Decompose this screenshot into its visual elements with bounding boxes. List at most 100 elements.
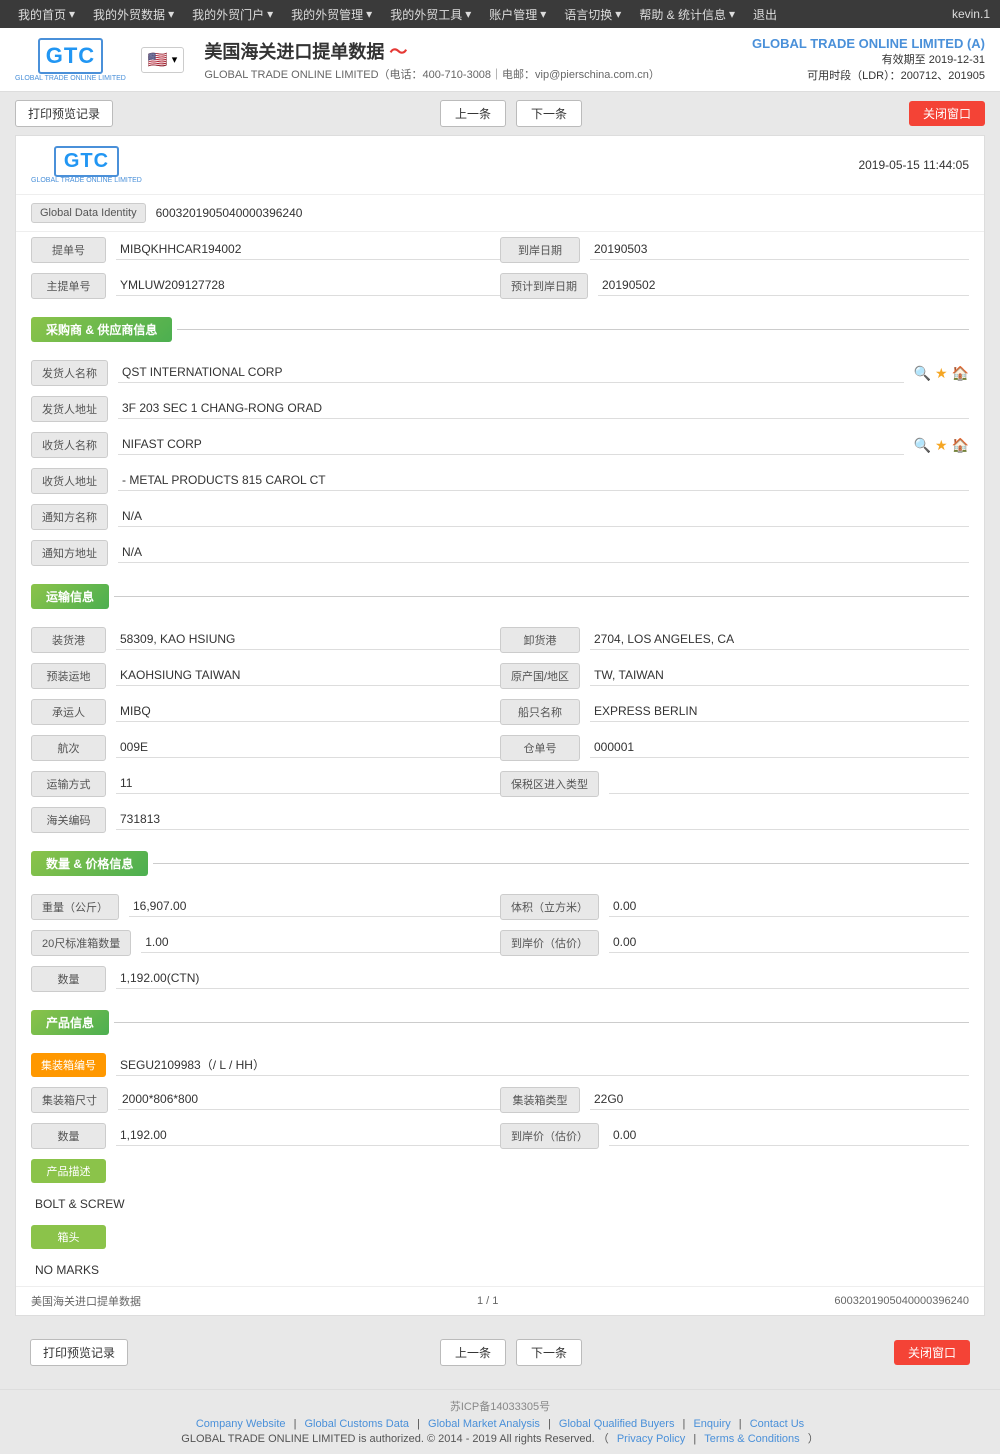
supplier-section-title: 采购商 & 供应商信息	[31, 317, 172, 342]
bottom-toolbar: 打印预览记录 上一条 下一条 关闭窗口	[15, 1331, 985, 1374]
record-card: GTC GLOBAL TRADE ONLINE LIMITED 2019-05-…	[15, 135, 985, 1316]
card-footer-right: 6003201905040000396240	[834, 1295, 969, 1307]
container20-value: 1.00	[141, 933, 500, 953]
search-icon[interactable]: 🔍	[914, 365, 931, 382]
quantity-row: 数量 1,192.00(CTN)	[16, 961, 984, 997]
product-desc-value-row: BOLT & SCREW	[16, 1188, 984, 1220]
supplier-section-header: 采购商 & 供应商信息	[16, 309, 984, 350]
prev-button[interactable]: 上一条	[440, 100, 506, 127]
bottom-print-button[interactable]: 打印预览记录	[30, 1339, 128, 1366]
carrier-value: MIBQ	[116, 702, 500, 722]
next-button[interactable]: 下一条	[516, 100, 582, 127]
quantity-section-header: 数量 & 价格信息	[16, 843, 984, 884]
home-icon-2[interactable]: 🏠	[952, 437, 969, 454]
master-bill-label: 主提单号	[31, 273, 106, 299]
bill-no-label: 提单号	[31, 237, 106, 263]
container-size-value: 2000*806*800	[118, 1090, 500, 1110]
card-logo-text: GTC	[64, 150, 109, 172]
marks-label-row: 箱头	[16, 1220, 984, 1254]
main-content: GTC GLOBAL TRADE ONLINE LIMITED 2019-05-…	[0, 135, 1000, 1389]
top-navigation: 我的首页 ▾ 我的外贸数据 ▾ 我的外贸门户 ▾ 我的外贸管理 ▾ 我的外贸工具…	[0, 0, 1000, 28]
card-logo-sub: GLOBAL TRADE ONLINE LIMITED	[31, 177, 142, 184]
language-flag-button[interactable]: 🇺🇸 ▾	[141, 47, 184, 73]
nav-tools[interactable]: 我的外贸工具 ▾	[382, 0, 479, 28]
bottom-next-button[interactable]: 下一条	[516, 1339, 582, 1366]
product-section-title: 产品信息	[31, 1010, 109, 1035]
master-bill-row: 主提单号 YMLUW209127728 预计到岸日期 20190502	[16, 268, 984, 304]
star-icon[interactable]: ★	[935, 365, 948, 382]
ldr-info: 可用时段（LDR）：200712、201905	[752, 67, 985, 83]
close-button[interactable]: 关闭窗口	[909, 101, 985, 126]
transport-mode-value: 11	[116, 774, 500, 794]
search-icon-2[interactable]: 🔍	[914, 437, 931, 454]
footer-link-buyers[interactable]: Global Qualified Buyers	[559, 1418, 675, 1430]
origin-value: TW, TAIWAN	[590, 666, 969, 686]
transport-section-title: 运输信息	[31, 584, 109, 609]
company-name: GLOBAL TRADE ONLINE LIMITED (A)	[752, 36, 985, 51]
page-title-area: 美国海关进口提单数据 ～ GLOBAL TRADE ONLINE LIMITED…	[204, 38, 752, 82]
container-type-value: 22G0	[590, 1090, 969, 1110]
logo-area: GTC GLOBAL TRADE ONLINE LIMITED	[15, 38, 126, 82]
consignee-addr-label: 收货人地址	[31, 468, 108, 494]
quantity-value: 1,192.00(CTN)	[116, 969, 969, 989]
product-quantity-label: 数量	[31, 1123, 106, 1149]
privacy-policy-link[interactable]: Privacy Policy	[617, 1433, 685, 1445]
notify-addr-value: N/A	[118, 543, 969, 563]
nav-account[interactable]: 账户管理 ▾	[481, 0, 554, 28]
container-size-type-row: 集装箱尺寸 2000*806*800 集装箱类型 22G0	[16, 1082, 984, 1118]
product-desc-value: BOLT & SCREW	[31, 1193, 129, 1215]
print-button[interactable]: 打印预览记录	[15, 100, 113, 127]
nav-logout[interactable]: 退出	[745, 0, 785, 28]
port-row: 装货港 58309, KAO HSIUNG 卸货港 2704, LOS ANGE…	[16, 622, 984, 658]
origin-label: 原产国/地区	[500, 663, 580, 689]
arrival-date-label: 到岸日期	[500, 237, 580, 263]
carrier-vessel-row: 承运人 MIBQ 船只名称 EXPRESS BERLIN	[16, 694, 984, 730]
shipper-name-row: 发货人名称 QST INTERNATIONAL CORP 🔍 ★ 🏠	[16, 355, 984, 391]
bottom-prev-button[interactable]: 上一条	[440, 1339, 506, 1366]
nav-portal[interactable]: 我的外贸门户 ▾	[184, 0, 281, 28]
gdi-row: Global Data Identity 6003201905040000396…	[16, 195, 984, 232]
nav-trade-data[interactable]: 我的外贸数据 ▾	[85, 0, 182, 28]
container-type-label: 集装箱类型	[500, 1087, 580, 1113]
estimated-date-value: 20190502	[598, 276, 969, 296]
voyage-label: 航次	[31, 735, 106, 761]
nav-language[interactable]: 语言切换 ▾	[556, 0, 629, 28]
master-bill-value: YMLUW209127728	[116, 276, 500, 296]
nav-management[interactable]: 我的外贸管理 ▾	[283, 0, 380, 28]
footer-copyright: GLOBAL TRADE ONLINE LIMITED is authorize…	[8, 1430, 992, 1446]
star-icon-2[interactable]: ★	[935, 437, 948, 454]
footer-link-market[interactable]: Global Market Analysis	[428, 1418, 540, 1430]
bottom-close-button[interactable]: 关闭窗口	[894, 1340, 970, 1365]
product-desc-label: 产品描述	[31, 1159, 106, 1183]
bonded-label: 保税区进入类型	[500, 771, 599, 797]
footer-links: Company Website | Global Customs Data | …	[8, 1418, 992, 1430]
notify-name-label: 通知方名称	[31, 504, 108, 530]
carrier-label: 承运人	[31, 699, 106, 725]
home-icon[interactable]: 🏠	[952, 365, 969, 382]
consignee-name-value: NIFAST CORP	[118, 435, 904, 455]
customs-row: 海关编码 731813	[16, 802, 984, 838]
marks-label: 箱头	[31, 1225, 106, 1249]
flag-icon: 🇺🇸	[148, 50, 168, 70]
notify-name-row: 通知方名称 N/A	[16, 499, 984, 535]
page-subtitle: GLOBAL TRADE ONLINE LIMITED（电话：400-710-3…	[204, 66, 752, 82]
footer-link-customs[interactable]: Global Customs Data	[305, 1418, 410, 1430]
shipper-name-value: QST INTERNATIONAL CORP	[118, 363, 904, 383]
footer-link-company[interactable]: Company Website	[196, 1418, 286, 1430]
bill-arrival-row: 提单号 MIBQKHHCAR194002 到岸日期 20190503	[16, 232, 984, 268]
nav-help[interactable]: 帮助 & 统计信息 ▾	[631, 0, 743, 28]
unloading-port-value: 2704, LOS ANGELES, CA	[590, 630, 969, 650]
valid-until: 有效期至 2019-12-31	[752, 51, 985, 67]
nav-home[interactable]: 我的首页 ▾	[10, 0, 83, 28]
top-toolbar: 打印预览记录 上一条 下一条 关闭窗口	[0, 92, 1000, 135]
volume-value: 0.00	[609, 897, 969, 917]
footer-link-contact[interactable]: Contact Us	[750, 1418, 804, 1430]
customs-code-value: 731813	[116, 810, 969, 830]
transport-section-header: 运输信息	[16, 576, 984, 617]
product-qty-price-row: 数量 1,192.00 到岸价（估价） 0.00	[16, 1118, 984, 1154]
shipper-addr-label: 发货人地址	[31, 396, 108, 422]
terms-link[interactable]: Terms & Conditions	[704, 1433, 799, 1445]
marks-value: NO MARKS	[31, 1259, 103, 1281]
voyage-hold-row: 航次 009E 仓单号 000001	[16, 730, 984, 766]
footer-link-enquiry[interactable]: Enquiry	[693, 1418, 730, 1430]
